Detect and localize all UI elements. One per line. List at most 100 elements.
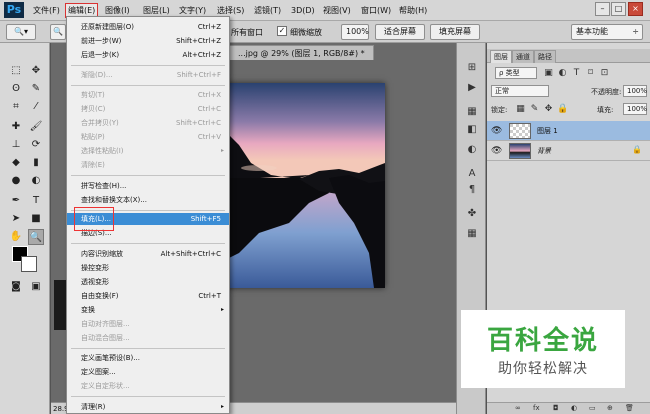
- menu-help[interactable]: 帮助(H): [397, 4, 429, 18]
- close-button[interactable]: ×: [628, 2, 643, 16]
- tab-paths[interactable]: 路径: [534, 50, 556, 63]
- maximize-button[interactable]: □: [611, 2, 626, 16]
- adjustment-filter-icon[interactable]: ◐: [557, 67, 568, 79]
- lock-pixels-icon[interactable]: ✎: [529, 103, 540, 115]
- menu-item-cut[interactable]: 剪切(T) Ctrl+X: [67, 89, 229, 101]
- menu-item-content-aware-scale[interactable]: 内容识别缩放 Alt+Shift+Ctrl+C: [67, 248, 229, 260]
- color-panel-icon[interactable]: ▦: [463, 105, 481, 119]
- menu-item-define-brush[interactable]: 定义画笔预设(B)...: [67, 352, 229, 364]
- quick-select-tool-icon[interactable]: ✎: [28, 81, 44, 97]
- layer-name[interactable]: 背景: [537, 146, 551, 156]
- menu-file[interactable]: 文件(F): [31, 4, 62, 18]
- trash-icon[interactable]: 🗑: [625, 404, 634, 412]
- screen-mode-icon[interactable]: ▣: [28, 279, 44, 295]
- menu-item-fade[interactable]: 渐隐(D)... Shift+Ctrl+F: [67, 69, 229, 81]
- menu-item-free-transform[interactable]: 自由变换(F) Ctrl+T: [67, 290, 229, 302]
- healing-brush-icon[interactable]: ✚: [8, 119, 24, 135]
- smart-object-filter-icon[interactable]: ⊡: [599, 67, 610, 79]
- paragraph-panel-icon[interactable]: ¶: [463, 183, 481, 197]
- menu-item-find-replace[interactable]: 查找和替换文本(X)...: [67, 194, 229, 206]
- menu-item-puppet-warp[interactable]: 操控变形: [67, 262, 229, 274]
- blend-mode-select[interactable]: 正常: [491, 85, 549, 97]
- marquee-tool-icon[interactable]: ⬚: [8, 63, 24, 79]
- path-select-tool-icon[interactable]: ➤: [8, 211, 24, 227]
- eye-icon[interactable]: 👁: [491, 126, 502, 136]
- menu-item-spell-check[interactable]: 拼写检查(H)...: [67, 180, 229, 192]
- menu-item-auto-blend[interactable]: 自动混合图层...: [67, 332, 229, 344]
- scrubby-zoom-checkbox[interactable]: ✓: [277, 26, 287, 36]
- link-icon[interactable]: ∞: [515, 404, 521, 412]
- quick-mask-icon[interactable]: ◙: [8, 279, 24, 295]
- menu-item-copy[interactable]: 拷贝(C) Ctrl+C: [67, 103, 229, 115]
- lock-all-icon[interactable]: 🔒: [557, 103, 568, 115]
- fx-icon[interactable]: fx: [533, 404, 540, 412]
- menu-3d[interactable]: 3D(D): [289, 4, 317, 18]
- clone-stamp-icon[interactable]: ⊥: [8, 137, 24, 153]
- lasso-tool-icon[interactable]: ʘ: [8, 81, 24, 97]
- document-tab[interactable]: ...jpg @ 29% (图层 1, RGB/8#) *: [229, 45, 374, 60]
- lock-position-icon[interactable]: ✥: [543, 103, 554, 115]
- menu-item-purge[interactable]: 清理(R) ▸: [67, 401, 229, 413]
- history-panel-icon[interactable]: ⊞: [463, 61, 481, 75]
- new-layer-icon[interactable]: ⊕: [607, 404, 613, 412]
- brush-panel-icon[interactable]: ✤: [463, 207, 481, 221]
- menu-item-step-backward[interactable]: 后退一步(K) Alt+Ctrl+Z: [67, 49, 229, 61]
- eye-icon[interactable]: 👁: [491, 146, 502, 156]
- shape-tool-icon[interactable]: ■: [28, 211, 44, 227]
- eyedropper-tool-icon[interactable]: ⁄: [28, 99, 44, 115]
- tab-channels[interactable]: 通道: [512, 50, 534, 63]
- gradient-tool-icon[interactable]: ▮: [28, 155, 44, 171]
- kind-filter-select[interactable]: ρ 类型: [495, 67, 537, 79]
- blur-tool-icon[interactable]: ●: [8, 173, 24, 189]
- menu-item-undo[interactable]: 还原新建图层(O) Ctrl+Z: [67, 21, 229, 33]
- brush-tool-icon[interactable]: 🖌: [28, 119, 44, 135]
- folder-icon[interactable]: ▭: [589, 404, 596, 412]
- zoom-tool-icon[interactable]: 🔍: [28, 229, 44, 245]
- character-panel-icon[interactable]: A: [463, 167, 481, 181]
- hand-tool-icon[interactable]: ✋: [8, 229, 24, 245]
- fit-screen-button[interactable]: 适合屏幕: [375, 24, 425, 40]
- menu-window[interactable]: 窗口(W): [359, 4, 393, 18]
- dodge-tool-icon[interactable]: ◐: [28, 173, 44, 189]
- pixel-filter-icon[interactable]: ▣: [543, 67, 554, 79]
- tab-layers[interactable]: 图层: [490, 50, 512, 63]
- mask-icon[interactable]: ◘: [553, 404, 559, 412]
- menu-item-copy-merged[interactable]: 合并拷贝(Y) Shift+Ctrl+C: [67, 117, 229, 129]
- menu-item-clear[interactable]: 清除(E): [67, 159, 229, 171]
- menu-filter[interactable]: 滤镜(T): [252, 4, 283, 18]
- menu-item-paste-special[interactable]: 选择性粘贴(I) ▸: [67, 145, 229, 157]
- menu-item-define-pattern[interactable]: 定义图案...: [67, 366, 229, 378]
- pen-tool-icon[interactable]: ✒: [8, 193, 24, 209]
- grid-panel-icon[interactable]: ▦: [463, 227, 481, 241]
- zoom-level-field[interactable]: 100%: [341, 24, 369, 40]
- layer-name[interactable]: 图层 1: [537, 126, 558, 136]
- crop-tool-icon[interactable]: ⌗: [8, 99, 24, 115]
- lock-transparent-icon[interactable]: ▦: [515, 103, 526, 115]
- menu-item-transform[interactable]: 变换 ▸: [67, 304, 229, 316]
- move-tool-icon[interactable]: ✥: [28, 63, 44, 79]
- minimize-button[interactable]: –: [595, 2, 610, 16]
- layer-row[interactable]: 👁 背景 🔒: [487, 141, 650, 161]
- type-filter-icon[interactable]: T: [571, 67, 582, 79]
- eraser-tool-icon[interactable]: ◆: [8, 155, 24, 171]
- adjustment-icon[interactable]: ◐: [571, 404, 577, 412]
- workspace-select[interactable]: 基本功能 ÷: [571, 24, 643, 40]
- menu-item-define-shape[interactable]: 定义自定形状...: [67, 380, 229, 392]
- zoom-in-icon[interactable]: 🔍: [50, 24, 66, 40]
- adjustments-panel-icon[interactable]: ◐: [463, 143, 481, 157]
- menu-item-auto-align[interactable]: 自动对齐图层...: [67, 318, 229, 330]
- menu-view[interactable]: 视图(V): [321, 4, 353, 18]
- background-color-swatch[interactable]: [21, 256, 37, 272]
- menu-item-perspective-warp[interactable]: 透视变形: [67, 276, 229, 288]
- layer-row[interactable]: 👁 图层 1: [487, 121, 650, 141]
- type-tool-icon[interactable]: T: [28, 193, 44, 209]
- opacity-field[interactable]: 100%: [623, 85, 647, 97]
- shape-filter-icon[interactable]: ⌑: [585, 67, 596, 79]
- menu-item-paste[interactable]: 粘贴(P) Ctrl+V: [67, 131, 229, 143]
- menu-item-step-forward[interactable]: 前进一步(W) Shift+Ctrl+Z: [67, 35, 229, 47]
- actions-play-icon[interactable]: ▶: [463, 81, 481, 95]
- swatches-panel-icon[interactable]: ◧: [463, 123, 481, 137]
- fill-screen-button[interactable]: 填充屏幕: [430, 24, 480, 40]
- fill-field[interactable]: 100%: [623, 103, 647, 115]
- tool-preset-picker[interactable]: 🔍▾: [6, 24, 36, 40]
